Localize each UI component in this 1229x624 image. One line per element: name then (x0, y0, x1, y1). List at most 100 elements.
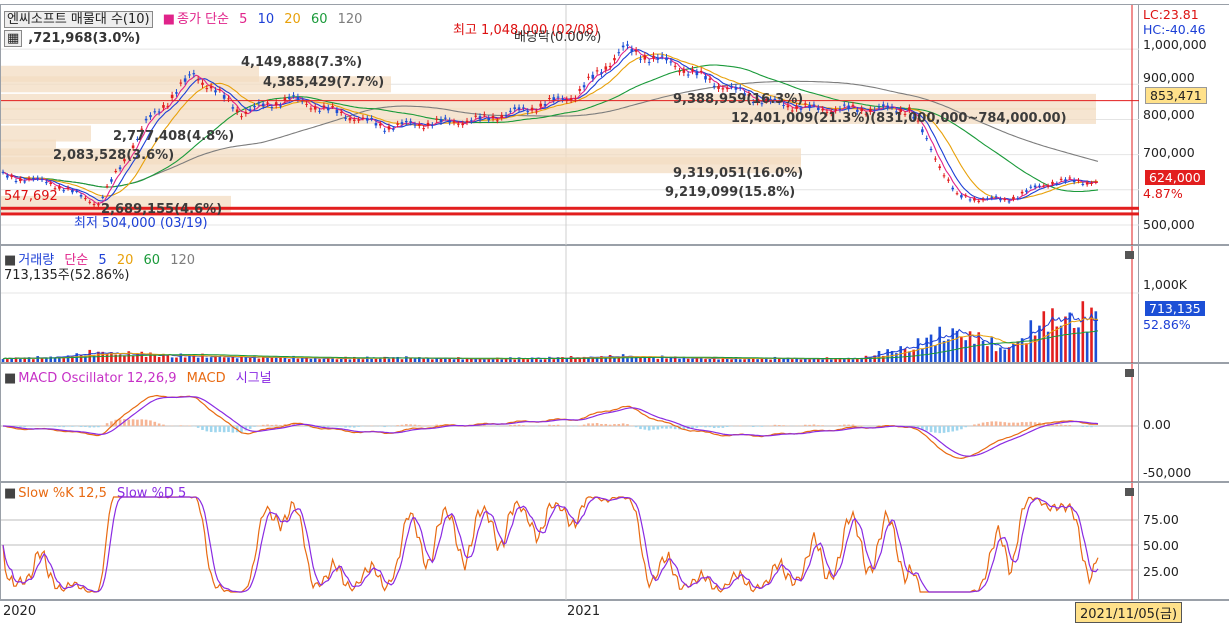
candle-body (483, 114, 486, 115)
volume-profile-value: 2,777,408(4.8%) (113, 129, 234, 144)
slow-k-label[interactable]: Slow %K 12,5 (18, 486, 107, 501)
candle-body (635, 51, 638, 52)
x-axis[interactable]: 2020 2021 2021/11/05(금) (0, 600, 1229, 624)
candle-body (88, 202, 91, 203)
candle-body (32, 178, 35, 179)
candle-body (886, 106, 889, 108)
volume-bar (539, 359, 542, 362)
macd-osc-bar (1069, 425, 1072, 426)
macd-osc-bar (67, 426, 70, 427)
ma-period-120[interactable]: 120 (338, 12, 363, 27)
candle-body (379, 124, 382, 126)
macd-osc-bar (934, 426, 937, 433)
macd-osc-bar (19, 426, 22, 427)
macd-osc-bar (253, 426, 256, 427)
candle-body (518, 107, 521, 109)
volume-profile-label[interactable]: 엔씨소프트 매물대 수(10) (4, 11, 153, 28)
macd-osc-bar (943, 426, 946, 433)
candle-body (180, 83, 183, 84)
macd-legend: ■MACD Oscillator 12,26,9 MACD 시그널 (4, 367, 278, 386)
ma-label[interactable]: 종가 단순 (177, 12, 229, 27)
vol-box-label: ,721,968(3.0%) (28, 31, 140, 46)
panel-close-icon[interactable] (1125, 369, 1134, 377)
candle-body (314, 107, 317, 110)
volume-bar (297, 359, 300, 362)
macd-label[interactable]: MACD (187, 371, 226, 386)
volume-profile-value: 2,083,528(3.6%) (53, 148, 174, 163)
candle-body (674, 66, 677, 67)
volume-bar (414, 359, 417, 362)
macd-osc-bar (951, 426, 954, 431)
volume-ma-120[interactable]: 120 (170, 253, 195, 268)
stochastic-axis: 75.00 50.00 25.00 (1139, 482, 1229, 600)
candle-body (457, 124, 460, 125)
slow-d-label[interactable]: Slow %D 5 (117, 486, 186, 501)
macd-osc-label[interactable]: MACD Oscillator 12,26,9 (18, 371, 176, 386)
macd-osc-bar (58, 426, 61, 427)
candle-body (210, 86, 213, 88)
volume-bar (284, 358, 287, 362)
volume-bar (570, 356, 573, 362)
candle-body (739, 87, 742, 88)
candle-body (166, 106, 169, 107)
candle-body (609, 66, 612, 67)
ma-period-60[interactable]: 60 (311, 12, 328, 27)
price-tick-1000000: 1,000,000 (1143, 37, 1207, 52)
macd-osc-bar (639, 426, 642, 429)
stochastic-panel[interactable]: ■Slow %K 12,5 Slow %D 5 (0, 482, 1139, 600)
macd-osc-bar (713, 426, 716, 428)
volume-bar (223, 357, 226, 362)
candle-body (23, 181, 26, 182)
macd-osc-bar (661, 426, 664, 428)
candle-body (817, 108, 820, 110)
macd-osc-bar (249, 426, 252, 429)
candle-body (717, 86, 720, 89)
volume-bar (483, 359, 486, 362)
macd-osc-bar (301, 425, 304, 426)
lc-label: LC:23.81 (1143, 7, 1199, 22)
macd-osc-bar (583, 425, 586, 426)
macd-osc-bar (93, 426, 96, 427)
volume-bar (288, 359, 291, 362)
volume-ma-60[interactable]: 60 (144, 253, 161, 268)
current-price-tag: 624,000 (1145, 170, 1205, 185)
calendar-icon[interactable]: ▦ (4, 30, 22, 47)
macd-osc-bar (84, 426, 87, 427)
candle-body (461, 123, 464, 125)
candle-body (444, 118, 447, 119)
volume-bar (843, 359, 846, 362)
volume-profile-value: 4,385,429(7.7%) (263, 75, 384, 90)
volume-panel[interactable]: ■거래량 단순 5 20 60 120 713,135주(52.86%) (0, 245, 1139, 363)
macd-signal-label[interactable]: 시그널 (236, 371, 272, 386)
panel-close-icon[interactable] (1125, 488, 1134, 496)
macd-osc-bar (266, 425, 269, 426)
ma-period-20[interactable]: 20 (284, 12, 301, 27)
candle-body (1021, 192, 1024, 194)
candle-body (80, 195, 83, 197)
macd-osc-bar (813, 424, 816, 426)
macd-osc-bar (271, 425, 274, 426)
volume-ma-20-line (3, 318, 1098, 359)
candle-body (930, 149, 933, 150)
candle-body (487, 118, 490, 120)
macd-osc-bar (717, 426, 720, 428)
macd-osc-bar (1082, 426, 1085, 427)
volume-bar (440, 359, 443, 362)
candle-body (405, 121, 408, 122)
candle-body (977, 201, 980, 202)
candle-body (626, 44, 629, 45)
macd-axis: 0.00 -50,000 (1139, 363, 1229, 482)
price-panel[interactable]: 엔씨소프트 매물대 수(10) ■종가 단순 5 10 20 60 120 ▦,… (0, 4, 1139, 245)
candle-body (266, 102, 269, 103)
volume-bar (41, 358, 44, 362)
ma-period-5[interactable]: 5 (239, 12, 247, 27)
macd-panel[interactable]: ■MACD Oscillator 12,26,9 MACD 시그널 (0, 363, 1139, 482)
ma-period-10[interactable]: 10 (258, 12, 275, 27)
candle-body (422, 128, 425, 129)
macd-osc-bar (136, 420, 139, 426)
macd-osc-bar (88, 426, 91, 427)
candle-body (509, 111, 512, 112)
candle-body (153, 111, 156, 112)
volume-bar (236, 358, 239, 362)
panel-close-icon[interactable] (1125, 251, 1134, 259)
